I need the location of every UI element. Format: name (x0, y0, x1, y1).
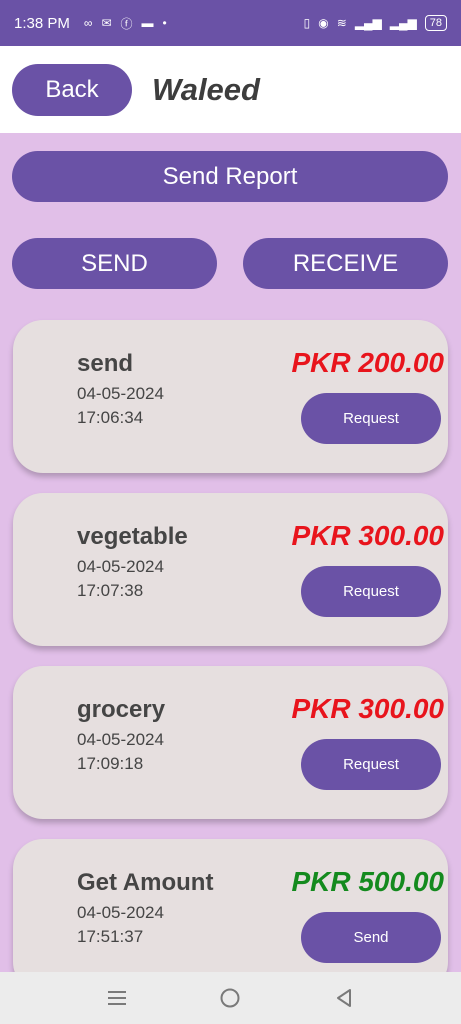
transaction-date: 04-05-2024 (77, 903, 164, 922)
transaction-amount: PKR 300.00 (291, 520, 444, 551)
back-button[interactable]: Back (12, 63, 132, 116)
transaction-card: send 04-05-2024 17:06:34 PKR 200.00 Requ… (13, 320, 448, 473)
transaction-amount: PKR 500.00 (291, 866, 444, 897)
transaction-card: Get Amount 04-05-2024 17:51:37 PKR 500.0… (13, 839, 448, 992)
hotspot-icon: ◉ (318, 16, 329, 30)
transaction-title: vegetable (77, 523, 188, 550)
battery-icon: 78 (424, 15, 447, 31)
transaction-amount: PKR 300.00 (291, 693, 444, 724)
back-triangle-icon[interactable] (332, 986, 356, 1010)
signal-icon: ▂▄▆ (354, 16, 382, 30)
home-circle-icon[interactable] (218, 986, 242, 1010)
menu-icon[interactable] (105, 986, 129, 1010)
transaction-title: grocery (77, 696, 166, 723)
send-button[interactable]: Send (301, 912, 441, 963)
transaction-card: grocery 04-05-2024 17:09:18 PKR 300.00 R… (13, 666, 448, 819)
transaction-title: send (77, 350, 134, 377)
message-icon: ▬ (141, 16, 154, 30)
transaction-card: vegetable 04-05-2024 17:07:38 PKR 300.00… (13, 493, 448, 646)
facebook-icon: ⓕ (120, 16, 133, 31)
transaction-amount: PKR 200.00 (291, 347, 444, 378)
transaction-time: 17:07:38 (77, 581, 144, 600)
transaction-date: 04-05-2024 (77, 730, 164, 749)
signal-2-icon: ▂▄▆ (389, 16, 417, 30)
wifi-icon: ≋ (336, 16, 347, 30)
request-button[interactable]: Request (301, 739, 441, 790)
transaction-date: 04-05-2024 (77, 384, 164, 403)
dot-icon: • (162, 16, 167, 30)
vibrate-icon: ▯ (303, 16, 311, 30)
transaction-time: 17:09:18 (77, 754, 144, 773)
transaction-title: Get Amount (77, 869, 214, 896)
notification-icons: ∞ ✉ ⓕ ▬ • (84, 15, 167, 32)
system-icons: ▯ ◉ ≋ ▂▄▆ ▂▄▆ 78 (304, 15, 447, 31)
request-button[interactable]: Request (301, 566, 441, 617)
send-report-button[interactable]: Send Report (12, 151, 448, 202)
receive-tab-button[interactable]: RECEIVE (243, 238, 448, 289)
send-tab-button[interactable]: SEND (12, 238, 217, 289)
transaction-time: 17:06:34 (77, 408, 144, 427)
page-title: Waleed (152, 71, 260, 107)
mail-icon: ✉ (101, 16, 112, 30)
status-time: 1:38 PM (14, 14, 70, 32)
transaction-time: 17:51:37 (77, 927, 144, 946)
system-nav-bar (0, 972, 461, 1024)
app-header: Back Waleed (0, 46, 461, 133)
status-bar: 1:38 PM ∞ ✉ ⓕ ▬ • ▯ ◉ ≋ ▂▄▆ ▂▄▆ 78 (0, 0, 461, 46)
transaction-date: 04-05-2024 (77, 557, 164, 576)
infinity-icon: ∞ (83, 16, 93, 30)
request-button[interactable]: Request (301, 393, 441, 444)
